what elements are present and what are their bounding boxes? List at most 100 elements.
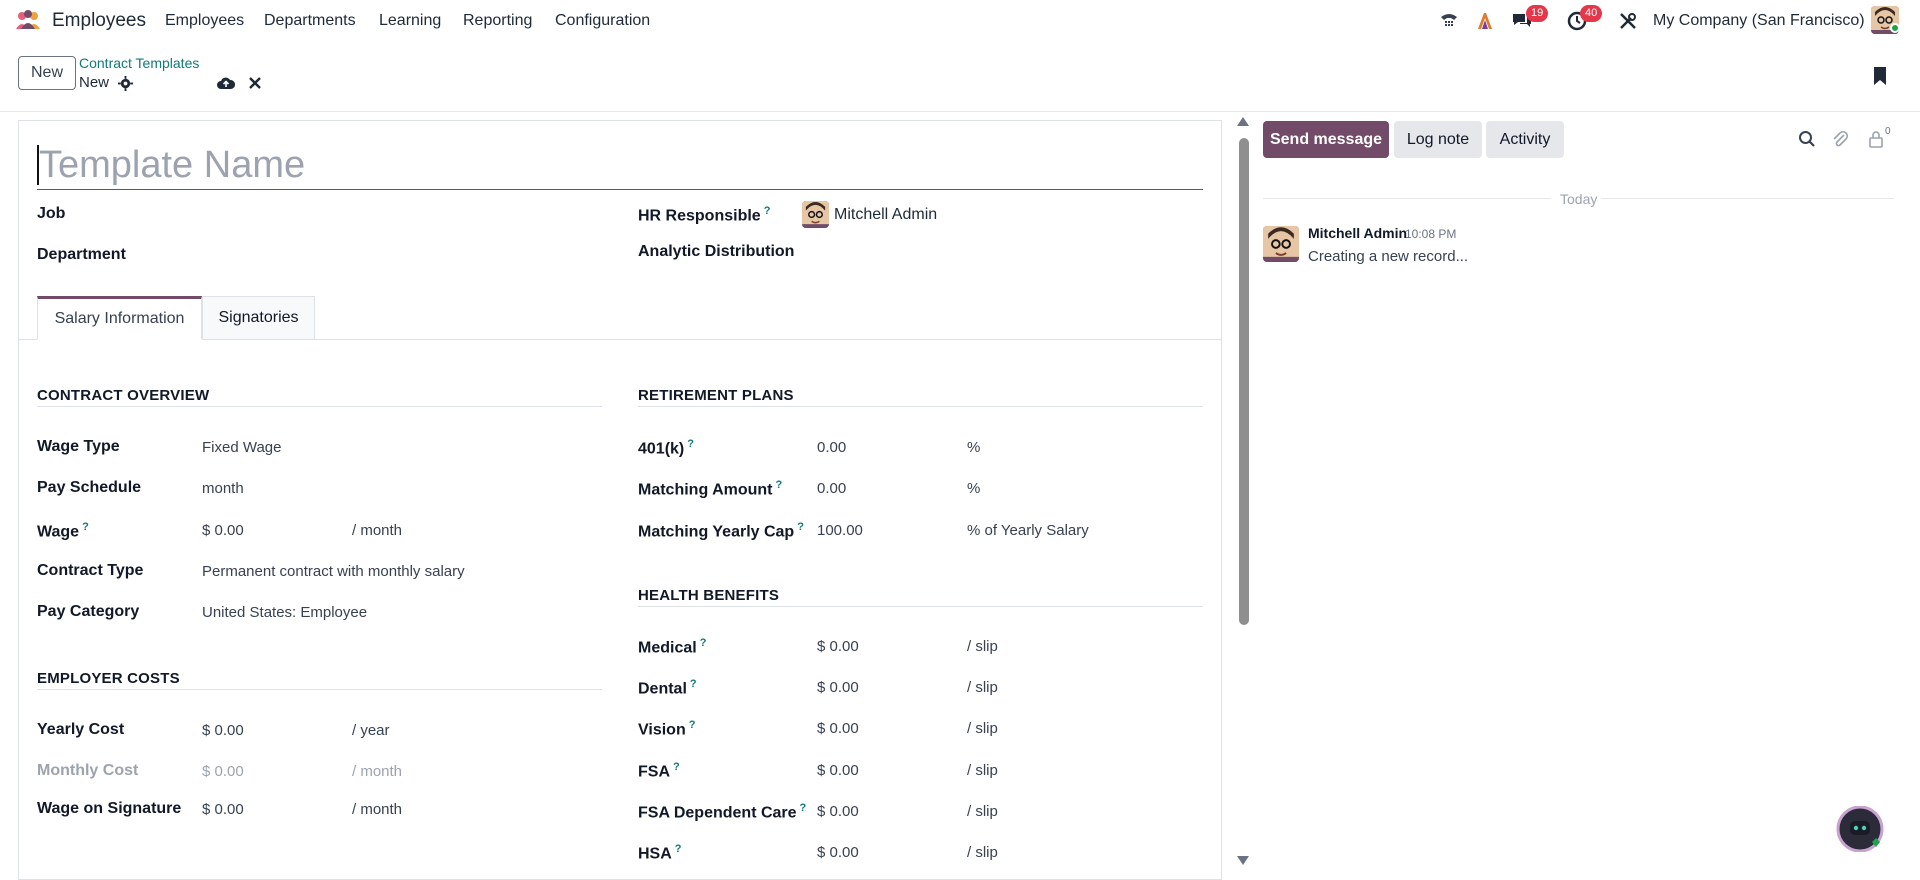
message-author-avatar[interactable] [1263,226,1299,262]
medical-label: Medical? [638,637,707,657]
department-label: Department [37,246,126,263]
hr-responsible-avatar [802,201,829,228]
text-caret [37,145,39,185]
fsa-unit: / slip [967,762,998,779]
app-name[interactable]: Employees [52,10,146,32]
wage-on-signature-field[interactable]: $ 0.00 [202,801,244,818]
wage-unit: / month [352,522,403,539]
search-icon[interactable] [1796,128,1818,150]
message-time: 10:08 PM [1405,227,1457,241]
message-author[interactable]: Mitchell Admin [1308,225,1407,241]
save-cloud-icon[interactable] [217,74,235,92]
job-label: Job [37,205,66,222]
wage-field[interactable]: $ 0.00 [202,522,244,539]
menu-configuration[interactable]: Configuration [555,12,650,30]
activity-button[interactable]: Activity [1486,121,1564,158]
pay-schedule-field[interactable]: month [202,480,244,497]
contract-type-label: Contract Type [37,562,144,579]
yearly-cost-label: Yearly Cost [37,721,125,738]
matching-amount-unit: % [967,480,981,497]
pay-schedule-label: Pay Schedule [37,479,142,496]
contract-type-field[interactable]: Permanent contract with monthly salary [202,563,465,580]
template-name-input[interactable]: Template Name [37,140,1203,190]
date-separator-label: Today [1560,191,1598,207]
401k-field[interactable]: 0.00 [817,439,846,456]
hsa-field[interactable]: $ 0.00 [817,844,859,861]
followers-count: 0 [1885,126,1891,137]
vision-label: Vision? [638,719,696,739]
menu-learning[interactable]: Learning [379,12,441,30]
fsa-dependent-care-label: FSA Dependent Care? [638,802,807,822]
dental-field[interactable]: $ 0.00 [817,679,859,696]
fsa-dependent-care-unit: / slip [967,803,998,820]
livechat-bot-icon[interactable] [1834,806,1886,852]
phone-icon[interactable] [1437,9,1461,33]
menu-reporting[interactable]: Reporting [463,12,532,30]
breadcrumb-current: New [79,74,110,91]
section-divider [638,606,1203,607]
wage-type-field[interactable]: Fixed Wage [202,439,281,456]
matching-amount-label: Matching Amount? [638,479,783,499]
scroll-down-arrow[interactable] [1237,856,1249,865]
online-status-dot [1890,23,1900,33]
discard-close-icon[interactable] [246,74,264,92]
top-navbar: Employees Employees Departments Learning… [0,0,1920,41]
section-divider [638,406,1203,407]
monthly-cost-label: Monthly Cost [37,762,139,779]
hr-responsible-field[interactable]: Mitchell Admin [834,206,937,224]
pay-category-label: Pay Category [37,603,140,620]
vision-unit: / slip [967,720,998,737]
log-note-button[interactable]: Log note [1394,121,1482,158]
medical-field[interactable]: $ 0.00 [817,638,859,655]
activities-badge: 40 [1580,5,1603,22]
date-separator-line [1601,198,1894,199]
wage-on-signature-unit: / month [352,801,403,818]
401k-label: 401(k)? [638,438,694,458]
monthly-cost-unit: / month [352,763,403,780]
matching-yearly-cap-field[interactable]: 100.00 [817,522,863,539]
control-panel-divider [0,111,1920,112]
section-divider [37,406,602,407]
company-switcher[interactable]: My Company (San Francisco) [1653,12,1865,30]
ai-assistant-icon[interactable] [1473,9,1497,33]
medical-unit: / slip [967,638,998,655]
debug-tools-icon[interactable] [1616,9,1640,33]
employees-app-icon[interactable] [14,9,42,31]
dental-label: Dental? [638,678,697,698]
bookmark-icon[interactable] [1873,66,1887,86]
vision-field[interactable]: $ 0.00 [817,720,859,737]
monthly-cost-field: $ 0.00 [202,763,244,780]
paperclip-icon[interactable] [1829,128,1851,150]
dental-unit: / slip [967,679,998,696]
gear-icon[interactable] [116,74,134,92]
401k-unit: % [967,439,981,456]
form-scrollbar[interactable] [1239,138,1249,625]
hsa-label: HSA? [638,843,682,863]
messages-badge: 19 [1526,5,1549,22]
matching-yearly-cap-label: Matching Yearly Cap? [638,521,804,541]
matching-amount-field[interactable]: 0.00 [817,480,846,497]
matching-yearly-cap-unit: % of Yearly Salary [967,522,1089,539]
section-divider [37,689,602,690]
yearly-cost-field[interactable]: $ 0.00 [202,722,244,739]
tab-salary-information[interactable]: Salary Information [37,296,202,340]
retirement-plans-title: RETIREMENT PLANS [638,387,794,404]
hsa-unit: / slip [967,844,998,861]
send-message-button[interactable]: Send message [1263,121,1389,158]
menu-employees[interactable]: Employees [165,12,244,30]
scroll-up-arrow[interactable] [1237,117,1249,126]
pay-category-field[interactable]: United States: Employee [202,604,367,621]
wage-type-label: Wage Type [37,438,120,455]
wage-on-signature-label: Wage on Signature [37,800,182,817]
fsa-field[interactable]: $ 0.00 [817,762,859,779]
wage-label: Wage? [37,521,89,541]
fsa-label: FSA? [638,761,680,781]
menu-departments[interactable]: Departments [264,12,356,30]
health-benefits-title: HEALTH BENEFITS [638,587,780,604]
tab-signatories[interactable]: Signatories [202,296,315,340]
followers-lock-icon[interactable] [1865,128,1887,150]
fsa-dependent-care-field[interactable]: $ 0.00 [817,803,859,820]
date-separator-line [1263,198,1551,199]
new-record-button[interactable]: New [18,56,76,90]
breadcrumb-contract-templates[interactable]: Contract Templates [79,55,199,71]
